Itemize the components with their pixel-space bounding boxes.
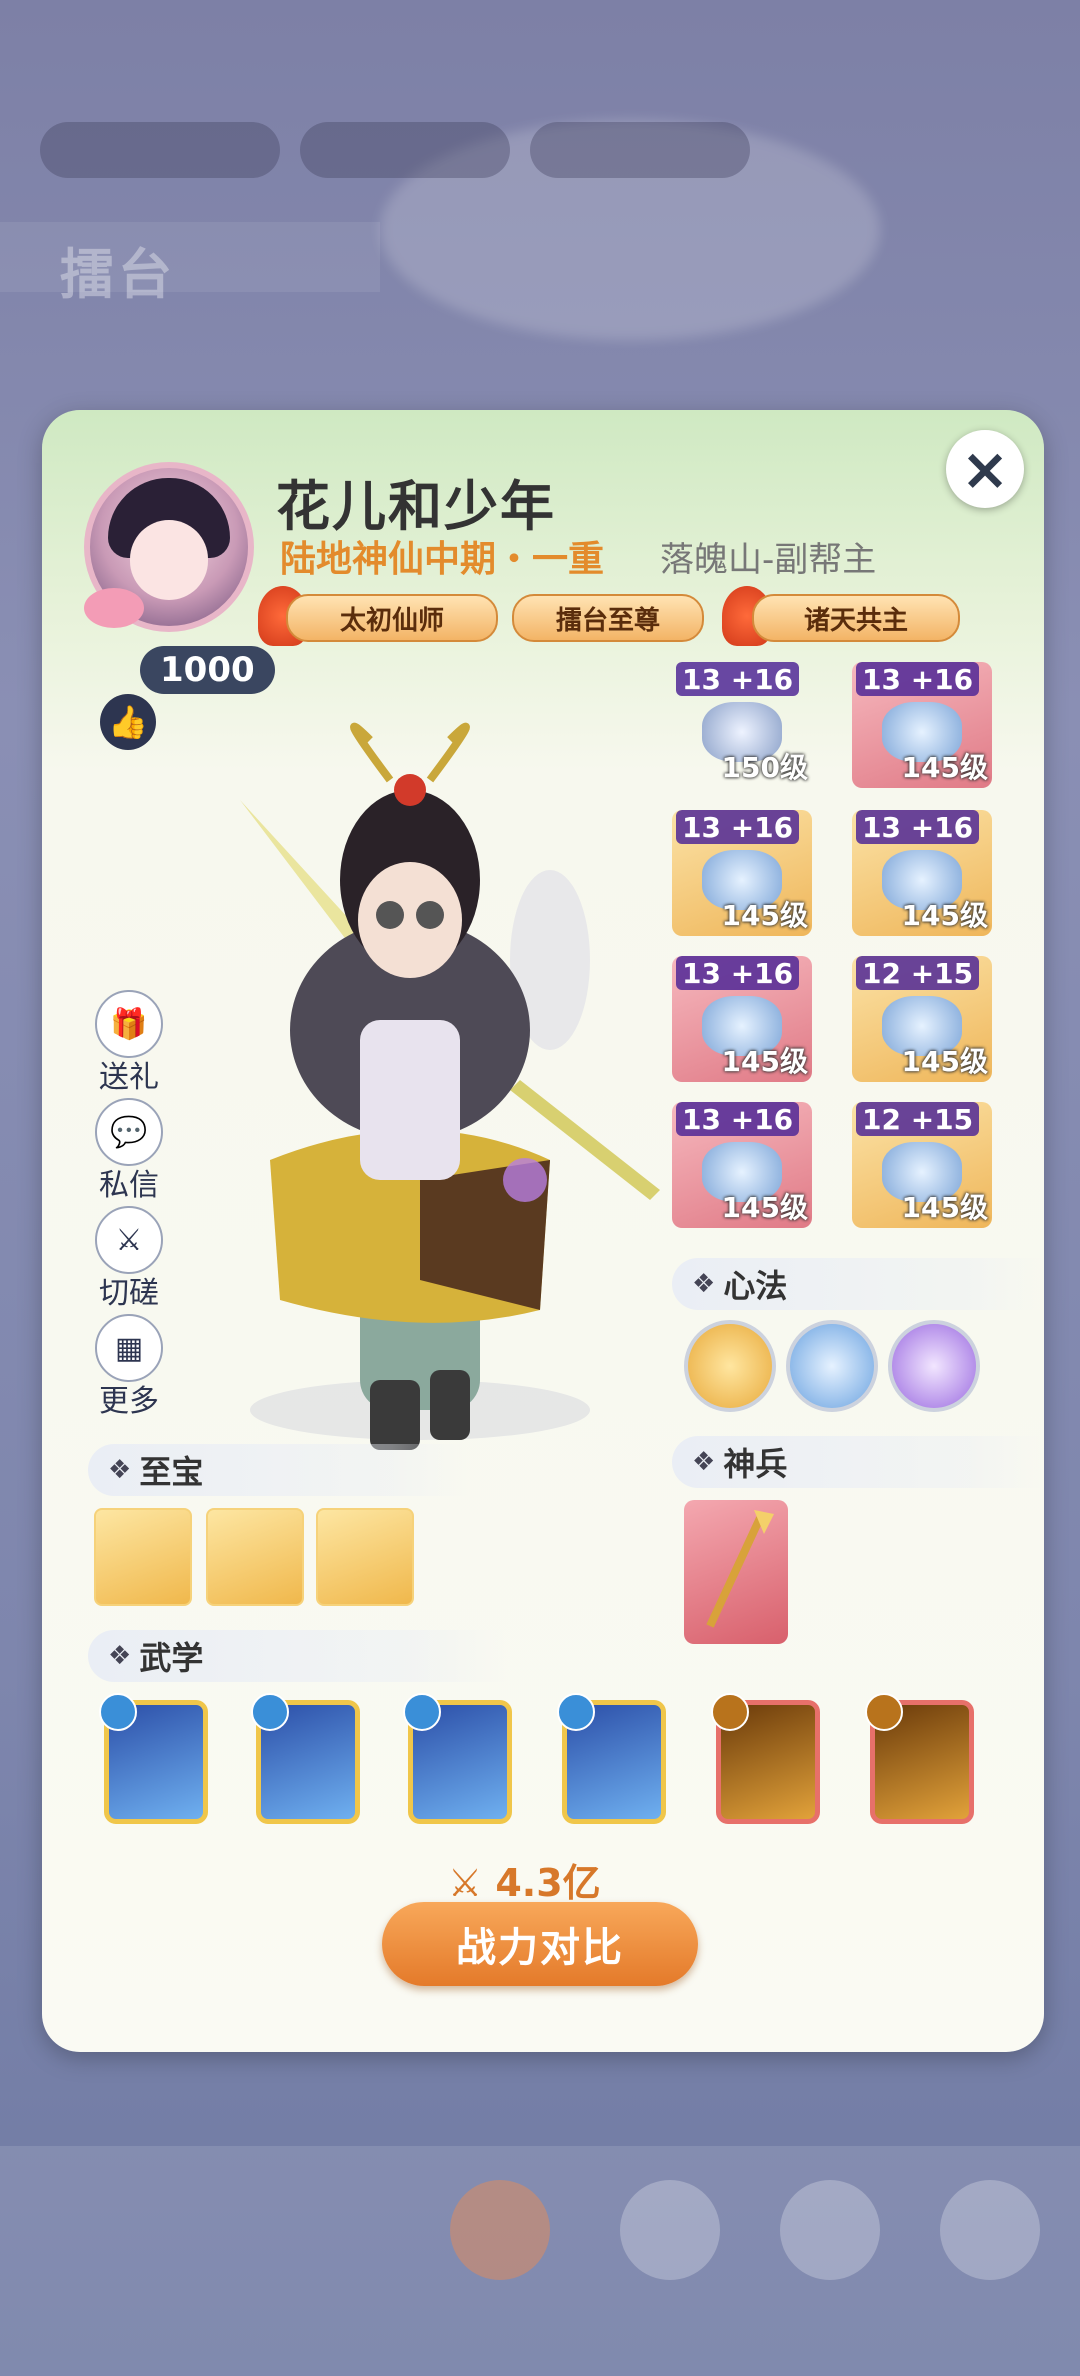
more-button[interactable]: ▦ 更多 [94, 1314, 164, 1420]
avatar-lotus-decoration [84, 588, 144, 628]
like-button[interactable]: 👍 [100, 694, 156, 750]
diamond-icon: ❖ [692, 1269, 716, 1299]
skill-badge-icon [99, 1693, 137, 1731]
gear-slot-armor[interactable]: 13 +16 145级 [672, 810, 812, 936]
resource-pill-3 [530, 122, 750, 178]
xinfa-slot[interactable] [888, 1320, 980, 1412]
xinfa-slot[interactable] [786, 1320, 878, 1412]
skill-badge-icon [403, 1693, 441, 1731]
avatar-face [130, 520, 208, 600]
gear-level: 145级 [721, 1191, 808, 1224]
section-title: 神兵 [723, 1445, 788, 1483]
gear-slot-jade[interactable]: 12 +15 145级 [852, 1102, 992, 1228]
background-nav-icon [450, 2180, 550, 2280]
gear-tier: 13 +16 [676, 810, 800, 844]
player-guild: 落魄山-副帮主 [660, 540, 877, 580]
chat-icon: 💬 [95, 1098, 163, 1166]
crossed-swords-icon: ⚔ [95, 1206, 163, 1274]
section-title: 心法 [723, 1267, 788, 1305]
resource-pill-1 [40, 122, 280, 178]
gear-tier: 13 +16 [856, 810, 980, 844]
skill-badge-icon [557, 1693, 595, 1731]
skill-badge-icon [251, 1693, 289, 1731]
martial-skill-slot[interactable] [865, 1693, 974, 1824]
message-label: 私信 [99, 1168, 159, 1203]
treasure-slot-pagoda[interactable] [94, 1508, 192, 1606]
character-model[interactable] [220, 720, 660, 1520]
gear-tier: 13 +16 [676, 662, 800, 696]
gear-slot-boots[interactable]: 12 +15 145级 [852, 956, 992, 1082]
gear-level: 150级 [721, 751, 808, 784]
gear-level: 145级 [721, 1045, 808, 1078]
diamond-icon: ❖ [108, 1455, 132, 1485]
martial-skill-slot[interactable] [711, 1693, 820, 1824]
background-title: 擂台 [60, 243, 176, 306]
background-nav-icon [780, 2180, 880, 2280]
gear-slot-ring[interactable]: 13 +16 145级 [672, 1102, 812, 1228]
gear-tier: 12 +15 [856, 956, 980, 990]
background-title-bar: 擂台 [0, 222, 380, 306]
close-button[interactable]: × [946, 430, 1024, 508]
diamond-icon: ❖ [692, 1447, 716, 1477]
martial-skill-slot[interactable] [403, 1693, 512, 1824]
gift-icon: 🎁 [95, 990, 163, 1058]
title-badge[interactable]: 太初仙师 [286, 594, 498, 642]
skill-badge-icon [865, 1693, 903, 1731]
divine-weapon-slot[interactable] [684, 1500, 788, 1644]
title-badge[interactable]: 擂台至尊 [512, 594, 704, 642]
gift-button[interactable]: 🎁 送礼 [94, 990, 164, 1096]
crossed-swords-icon: ⚔ [448, 1861, 483, 1905]
gear-level: 145级 [901, 1045, 988, 1078]
section-title: 武学 [139, 1639, 204, 1677]
spear-icon [706, 1510, 774, 1628]
skill-badge-icon [711, 1693, 749, 1731]
xinfa-slot[interactable] [684, 1320, 776, 1412]
gear-slot-bracer[interactable]: 13 +16 145级 [672, 956, 812, 1082]
treasure-slot-lotus[interactable] [316, 1508, 414, 1606]
duel-button[interactable]: ⚔ 切磋 [94, 1206, 164, 1312]
gear-tier: 13 +16 [676, 1102, 800, 1136]
player-avatar[interactable] [84, 462, 254, 632]
like-count: 1000 [140, 646, 275, 694]
gear-level: 145级 [721, 899, 808, 932]
gear-slot-weapon[interactable]: 13 +16 150级 [672, 662, 812, 788]
message-button[interactable]: 💬 私信 [94, 1098, 164, 1204]
section-xinfa: ❖ 心法 [672, 1258, 1044, 1310]
section-shenbing: ❖ 神兵 [672, 1436, 1044, 1488]
background-nav-icon [620, 2180, 720, 2280]
martial-skill-slot[interactable] [99, 1693, 208, 1824]
gear-slot-necklace[interactable]: 13 +16 145级 [852, 662, 992, 788]
martial-skill-slot[interactable] [557, 1693, 666, 1824]
treasure-slot-crystal[interactable] [206, 1508, 304, 1606]
combat-power-value: 4.3亿 [495, 1861, 601, 1905]
background-bottom-nav [0, 2146, 1080, 2376]
background-nav-icon [940, 2180, 1040, 2280]
title-badge[interactable]: 诸天共主 [752, 594, 960, 642]
section-title: 至宝 [139, 1453, 204, 1491]
gear-slot-robe[interactable]: 13 +16 145级 [852, 810, 992, 936]
thumbs-up-icon: 👍 [108, 703, 148, 741]
section-zhibao: ❖ 至宝 [88, 1444, 468, 1496]
grid-icon: ▦ [95, 1314, 163, 1382]
section-wuxue: ❖ 武学 [88, 1630, 508, 1682]
gear-tier: 13 +16 [856, 662, 980, 696]
gear-level: 145级 [901, 899, 988, 932]
gear-tier: 13 +16 [676, 956, 800, 990]
duel-label: 切磋 [99, 1276, 159, 1311]
compare-power-button[interactable]: 战力对比 [382, 1902, 698, 1986]
gear-level: 145级 [901, 1191, 988, 1224]
combat-power: ⚔ 4.3亿 [448, 1852, 601, 1907]
more-label: 更多 [99, 1384, 159, 1419]
gear-level: 145级 [901, 751, 988, 784]
close-icon: × [960, 435, 1010, 503]
gear-tier: 12 +15 [856, 1102, 980, 1136]
martial-skill-slot[interactable] [251, 1693, 360, 1824]
diamond-icon: ❖ [108, 1641, 132, 1671]
gift-label: 送礼 [99, 1060, 159, 1095]
player-realm: 陆地神仙中期・一重 [280, 539, 605, 580]
resource-pill-2 [300, 122, 510, 178]
